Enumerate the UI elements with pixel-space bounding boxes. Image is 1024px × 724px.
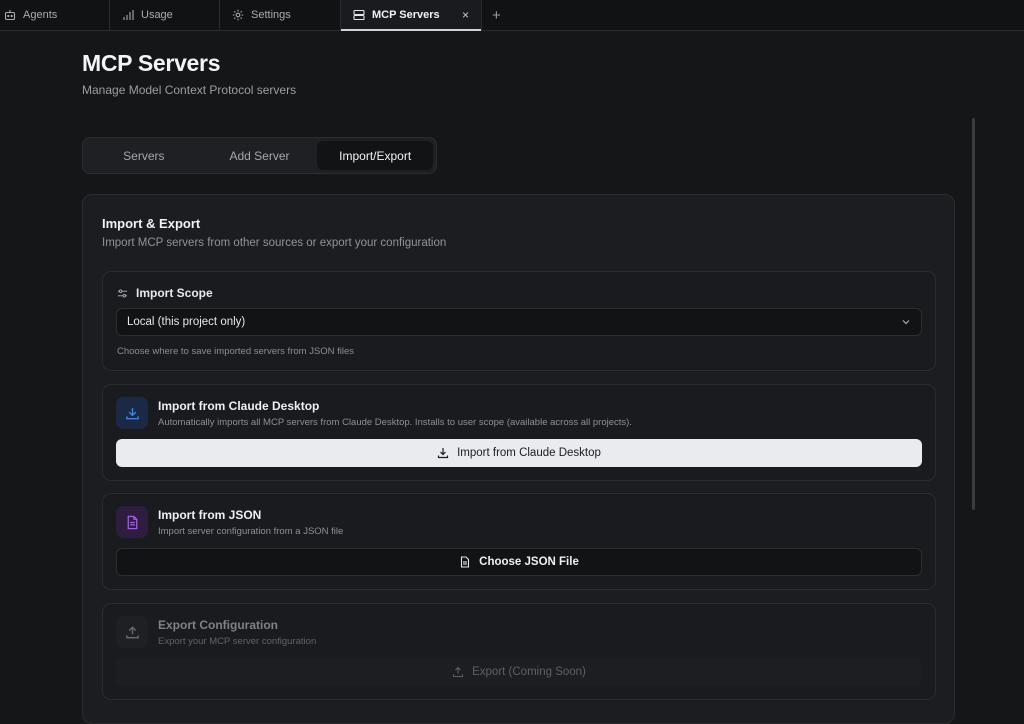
page-title: MCP Servers	[82, 50, 221, 76]
export-button-label: Export (Coming Soon)	[472, 666, 586, 678]
close-icon[interactable]: ×	[462, 8, 469, 22]
tab-bar: Agents Usage Settings MCP Servers × +	[0, 0, 1024, 31]
server-icon	[353, 9, 365, 21]
json-import-title: Import from JSON	[158, 508, 262, 522]
import-claude-button[interactable]: Import from Claude Desktop	[116, 439, 922, 467]
tab-import-export[interactable]: Import/Export	[317, 141, 434, 170]
tab-label: Settings	[251, 9, 291, 21]
panel-title: Import & Export	[102, 216, 201, 231]
claude-import-card: Import from Claude Desktop Automatically…	[102, 384, 936, 481]
segmented-control: Servers Add Server Import/Export	[82, 137, 437, 174]
json-icon-box	[116, 506, 148, 538]
file-text-icon	[127, 515, 137, 529]
import-scope-select[interactable]: Local (this project only)	[116, 308, 922, 336]
new-tab-button[interactable]: +	[482, 0, 511, 30]
choose-json-button[interactable]: Choose JSON File	[116, 548, 922, 576]
scope-label-text: Import Scope	[136, 286, 213, 300]
file-text-icon	[461, 556, 470, 568]
upload-icon	[125, 625, 139, 638]
choose-json-button-label: Choose JSON File	[479, 556, 579, 568]
export-description: Export your MCP server configuration	[158, 636, 317, 647]
import-scope-label: Import Scope	[117, 286, 213, 300]
panel-subtitle: Import MCP servers from other sources or…	[102, 237, 447, 249]
import-claude-button-label: Import from Claude Desktop	[457, 447, 601, 459]
page-subtitle: Manage Model Context Protocol servers	[82, 83, 297, 97]
export-card: Export Configuration Export your MCP ser…	[102, 603, 936, 700]
tab-servers[interactable]: Servers	[86, 141, 202, 170]
select-value: Local (this project only)	[127, 316, 246, 328]
json-import-description: Import server configuration from a JSON …	[158, 526, 344, 537]
download-icon	[437, 448, 449, 459]
bar-chart-icon	[123, 10, 134, 20]
export-button[interactable]: Export (Coming Soon)	[116, 658, 922, 686]
tab-agents[interactable]: Agents	[0, 0, 110, 30]
tab-label: Agents	[23, 9, 58, 21]
tab-label: MCP Servers	[372, 9, 440, 21]
claude-import-description: Automatically imports all MCP servers fr…	[158, 417, 632, 428]
download-icon	[125, 407, 139, 419]
tab-label: Usage	[141, 9, 173, 21]
sliders-icon	[117, 288, 128, 298]
gear-icon	[232, 9, 244, 21]
bot-icon	[4, 10, 16, 21]
tab-settings[interactable]: Settings	[220, 0, 341, 30]
claude-import-title: Import from Claude Desktop	[158, 399, 320, 413]
claude-icon-box	[116, 397, 148, 429]
tab-add-server[interactable]: Add Server	[202, 141, 318, 170]
export-title: Export Configuration	[158, 618, 278, 632]
scrollbar[interactable]	[972, 118, 975, 510]
tab-usage[interactable]: Usage	[110, 0, 220, 30]
scope-help-text: Choose where to save imported servers fr…	[117, 346, 355, 357]
import-export-panel: Import & Export Import MCP servers from …	[82, 194, 955, 724]
tab-mcp-servers[interactable]: MCP Servers ×	[341, 0, 482, 31]
export-icon-box	[116, 616, 148, 648]
import-scope-card: Import Scope Local (this project only) C…	[102, 271, 936, 371]
upload-icon	[453, 666, 464, 678]
json-import-card: Import from JSON Import server configura…	[102, 493, 936, 590]
chevron-down-icon	[902, 320, 910, 325]
